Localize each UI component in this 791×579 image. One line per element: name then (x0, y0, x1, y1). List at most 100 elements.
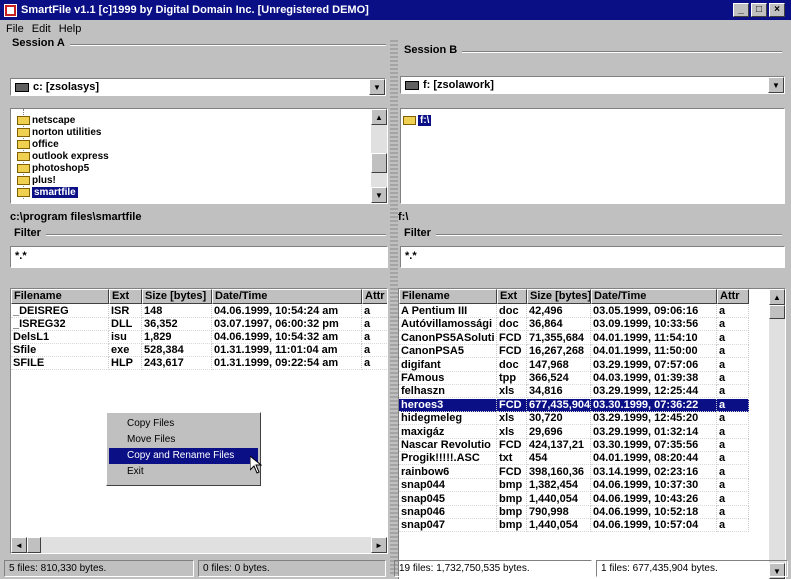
maximize-button[interactable]: □ (751, 3, 767, 17)
close-button[interactable]: × (769, 3, 785, 17)
scroll-right-icon[interactable]: ► (371, 537, 387, 553)
file-row[interactable]: hidegmeleg xls 30,720 03.29.1999, 12:45:20 a (399, 412, 749, 426)
file-row[interactable]: CanonPS5ASoluti FCD 71,355,684 04.01.1999, … (399, 331, 749, 345)
file-date: 04.01.1999, 08:20:44 (591, 452, 717, 466)
tree-item[interactable]: plus! (17, 175, 56, 186)
menu-item-copy-and-rename[interactable]: Copy and Rename Files (109, 448, 258, 464)
file-size: 30,720 (527, 412, 591, 426)
file-name: Progik!!!!!.ASC (399, 452, 497, 466)
session-a-folder-tree[interactable]: netscape norton utilities office outlook… (10, 108, 388, 204)
session-a-label: Session A (12, 37, 65, 49)
file-row[interactable]: SFILE HLP 243,617 01.31.1999, 09:22:54 a… (11, 357, 387, 370)
chevron-down-icon[interactable]: ▼ (768, 77, 784, 93)
file-row[interactable]: snap044 bmp 1,382,454 04.06.1999, 10:37:30 a (399, 479, 749, 493)
file-row[interactable]: Sfile exe 528,384 01.31.1999, 11:01:04 a… (11, 344, 387, 357)
session-b-vscrollbar[interactable]: ▲ ▼ (769, 289, 785, 579)
file-row[interactable]: FAmous tpp 366,524 04.03.1999, 01:39:38 a (399, 372, 749, 385)
menu-item-copy-files[interactable]: Copy Files (109, 416, 258, 432)
file-row[interactable]: _ISREG32 DLL 36,352 03.07.1997, 06:00:32… (11, 318, 387, 331)
file-row[interactable]: rainbow6 FCD 398,160,36 03.14.1999, 02:23:1… (399, 465, 749, 479)
session-b-drive-select[interactable]: f: [zsolawork] ▼ (400, 76, 785, 94)
file-attr: a (717, 452, 749, 466)
file-date: 03.30.1999, 07:35:56 (591, 439, 717, 452)
file-row[interactable]: felhaszn xls 34,816 03.29.1999, 12:25:44 a (399, 385, 749, 399)
session-b-status-total: 19 files: 1,732,750,535 bytes. (394, 560, 592, 577)
file-date: 04.06.1999, 10:43:26 (591, 492, 717, 506)
file-row-selected[interactable]: heroes3 FCD 677,435,904 03.30.1999, 07:36:2… (399, 398, 749, 412)
session-b-status-selected: 1 files: 677,435,904 bytes. (596, 560, 788, 577)
file-ext: ISR (109, 305, 142, 318)
tree-item[interactable]: norton utilities (17, 127, 101, 138)
file-row[interactable]: snap045 bmp 1,440,054 04.06.1999, 10:43:26 a (399, 492, 749, 506)
scroll-up-icon[interactable]: ▲ (769, 289, 785, 305)
file-name: digifant (399, 358, 497, 372)
file-name: DelsL1 (11, 331, 109, 344)
scroll-up-icon[interactable]: ▲ (371, 109, 387, 125)
file-size: 424,137,21 (527, 439, 591, 452)
scroll-thumb[interactable] (27, 537, 41, 553)
tree-item[interactable]: outlook express (17, 151, 109, 162)
menu-file[interactable]: File (6, 23, 24, 35)
menu-edit[interactable]: Edit (32, 23, 51, 35)
file-row[interactable]: maxigáz xls 29,696 03.29.1999, 01:32:14 a (399, 425, 749, 439)
scroll-thumb[interactable] (371, 153, 387, 173)
file-ext: isu (109, 331, 142, 344)
column-attr[interactable]: Attr (362, 289, 387, 304)
file-attr: a (717, 439, 749, 452)
tree-item-selected[interactable]: smartfile (17, 187, 78, 198)
session-b-folder-tree[interactable]: f:\ (400, 108, 785, 204)
folder-icon (17, 164, 30, 173)
pane-splitter[interactable] (390, 38, 398, 574)
file-row[interactable]: snap046 bmp 790,998 04.06.1999, 10:52:18 a (399, 506, 749, 519)
scroll-down-icon[interactable]: ▼ (371, 187, 387, 203)
column-date[interactable]: Date/Time (212, 289, 362, 304)
file-ext: doc (497, 305, 527, 318)
file-row[interactable]: A Pentium III doc 42,496 03.05.1999, 09:06:… (399, 305, 749, 318)
scroll-thumb[interactable] (769, 305, 785, 319)
menu-item-exit[interactable]: Exit (109, 464, 258, 480)
file-row[interactable]: digifant doc 147,968 03.29.1999, 07:57:06 a (399, 358, 749, 372)
file-row[interactable]: CanonPSA5 FCD 16,267,268 04.01.1999, 11:50:… (399, 345, 749, 359)
tree-item-selected[interactable]: f:\ (403, 115, 432, 126)
app-icon[interactable] (4, 3, 17, 17)
file-row[interactable]: Nascar Revolutio FCD 424,137,21 03.30.1999,… (399, 439, 749, 452)
column-date[interactable]: Date/Time (591, 289, 717, 304)
file-row[interactable]: DelsL1 isu 1,829 04.06.1999, 10:54:32 am… (11, 331, 387, 344)
tree-item[interactable]: netscape (17, 115, 75, 126)
file-date: 04.06.1999, 10:37:30 (591, 479, 717, 493)
column-ext[interactable]: Ext (497, 289, 527, 304)
file-row[interactable]: Progik!!!!!.ASC txt 454 04.01.1999, 08:20:4… (399, 452, 749, 466)
file-size: 71,355,684 (527, 331, 591, 345)
minimize-button[interactable]: _ (733, 3, 749, 17)
file-date: 03.14.1999, 02:23:16 (591, 465, 717, 479)
tree-item[interactable]: office (17, 139, 59, 150)
file-row[interactable]: snap047 bmp 1,440,054 04.06.1999, 10:57:04 a (399, 519, 749, 533)
column-filename[interactable]: Filename (11, 289, 109, 304)
tree-scrollbar[interactable]: ▲ ▼ (371, 109, 387, 203)
file-attr: a (717, 372, 749, 385)
session-b-drive-value: f: [zsolawork] (423, 79, 494, 91)
file-size: 243,617 (142, 357, 212, 370)
session-a-drive-select[interactable]: c: [zsolasys] ▼ (10, 78, 386, 96)
column-ext[interactable]: Ext (109, 289, 142, 304)
tree-item[interactable]: photoshop5 (17, 163, 89, 174)
file-row[interactable]: Autóvillamossági doc 36,864 03.09.1999, 10:… (399, 318, 749, 332)
column-attr[interactable]: Attr (717, 289, 749, 304)
column-size[interactable]: Size [bytes] (527, 289, 591, 304)
chevron-down-icon[interactable]: ▼ (369, 79, 385, 95)
menu-item-move-files[interactable]: Move Files (109, 432, 258, 448)
session-b-file-list[interactable]: Filename Ext Size [bytes] Date/Time Attr… (398, 288, 786, 579)
title-bar[interactable]: SmartFile v1.1 [c]1999 by Digital Domain… (0, 0, 791, 20)
session-a-filter-input[interactable]: *.* (10, 246, 388, 268)
column-filename[interactable]: Filename (399, 289, 497, 304)
file-attr: a (717, 479, 749, 493)
menu-help[interactable]: Help (59, 23, 82, 35)
session-b-filter-input[interactable]: *.* (400, 246, 785, 268)
file-row[interactable]: _DEISREG ISR 148 04.06.1999, 10:54:24 am… (11, 305, 387, 318)
file-attr: a (717, 398, 749, 412)
list-header: Filename Ext Size [bytes] Date/Time Attr (399, 289, 749, 304)
scroll-left-icon[interactable]: ◄ (11, 537, 27, 553)
session-a-hscrollbar[interactable]: ◄ ► (11, 537, 387, 553)
column-size[interactable]: Size [bytes] (142, 289, 212, 304)
file-size: 36,864 (527, 318, 591, 332)
